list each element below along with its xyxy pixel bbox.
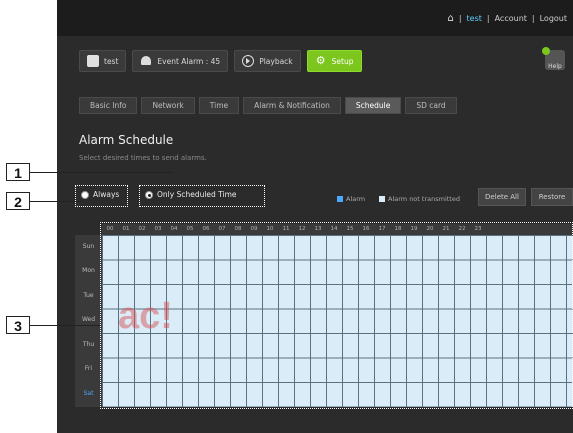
tab-time[interactable]: Time xyxy=(198,97,240,114)
camera-icon xyxy=(87,55,99,67)
restore-button[interactable]: Restore xyxy=(531,188,573,206)
legend-not-label: Alarm not transmitted xyxy=(388,195,460,203)
legend-alarm: Alarm xyxy=(337,195,365,203)
top-sep: | xyxy=(486,14,490,23)
top-bar: ⌂ | test | Account | Logout xyxy=(57,0,573,36)
watermark-text: ac! xyxy=(118,295,173,337)
main-nav: test Event Alarm : 45 Playback ⚙ Setup xyxy=(79,50,362,72)
callout-leader-1 xyxy=(30,172,172,173)
play-icon xyxy=(242,55,255,67)
page-title: Alarm Schedule xyxy=(79,133,174,147)
user-link[interactable]: test xyxy=(467,14,482,23)
day-labels: Sun Mon Tue Wed Thu Fri Sat xyxy=(75,235,102,407)
day-label: Wed xyxy=(81,316,96,323)
nav-label: Setup xyxy=(331,56,354,66)
day-label: Tue xyxy=(83,292,94,299)
top-sep: | xyxy=(458,14,462,23)
alarm-bell-icon xyxy=(140,55,152,67)
logout-link[interactable]: Logout xyxy=(540,14,567,23)
day-label: Fri xyxy=(84,365,93,372)
callout-highlight-always xyxy=(75,185,128,207)
help-dot-icon xyxy=(542,47,550,55)
callout-highlight-scheduled xyxy=(139,185,265,207)
top-links: ⌂ | test | Account | Logout xyxy=(447,13,567,24)
nav-setup-button[interactable]: ⚙ Setup xyxy=(306,50,362,72)
legend-alarm-label: Alarm xyxy=(346,195,366,203)
page-subtitle: Select desired times to send alarms. xyxy=(79,154,207,162)
day-label: Sun xyxy=(82,243,95,250)
nav-playback-button[interactable]: Playback xyxy=(234,50,301,72)
day-label: Sat xyxy=(83,390,94,397)
nav-label: Event Alarm : 45 xyxy=(157,56,221,66)
tab-basic-info[interactable]: Basic Info xyxy=(79,97,138,114)
callout-leader-3 xyxy=(30,325,100,326)
nav-label: Playback xyxy=(259,56,293,66)
tab-alarm-notification[interactable]: Alarm & Notification xyxy=(243,97,341,114)
tab-schedule[interactable]: Schedule xyxy=(344,97,402,114)
nav-live-button[interactable]: test xyxy=(79,50,127,72)
delete-all-button[interactable]: Delete All xyxy=(478,188,526,206)
gear-icon: ⚙ xyxy=(315,54,326,67)
top-sep: | xyxy=(531,14,535,23)
legend-swatch xyxy=(379,196,385,202)
setup-subtabs: Basic Info Network Time Alarm & Notifica… xyxy=(79,97,457,114)
callout-leader-2 xyxy=(30,201,82,202)
nav-event-alarm-button[interactable]: Event Alarm : 45 xyxy=(132,50,229,72)
callout-1: 1 xyxy=(6,163,30,181)
day-label: Mon xyxy=(82,267,95,274)
web-viewer-app: ⌂ | test | Account | Logout test Event A… xyxy=(57,0,573,433)
home-icon[interactable]: ⌂ xyxy=(447,13,453,24)
callout-2: 2 xyxy=(6,192,30,210)
account-link[interactable]: Account xyxy=(495,14,527,23)
legend-not-transmitted: Alarm not transmitted xyxy=(379,195,460,203)
nav-label: test xyxy=(104,56,119,66)
callout-3: 3 xyxy=(6,316,30,334)
help-button[interactable]: Help xyxy=(542,47,565,70)
day-label: Thu xyxy=(82,341,95,348)
tab-network[interactable]: Network xyxy=(141,97,195,114)
tab-sd-card[interactable]: SD card xyxy=(405,97,457,114)
legend-swatch xyxy=(337,196,343,202)
help-label: Help xyxy=(548,63,562,70)
